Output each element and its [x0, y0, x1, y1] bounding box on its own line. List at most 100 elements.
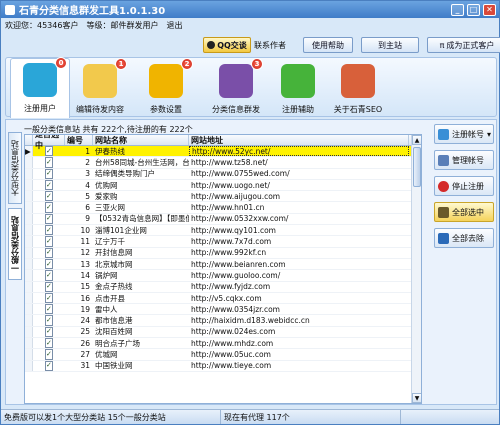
row-checkbox[interactable]: ✓ [45, 191, 53, 202]
table-row[interactable]: ✓ 26 明合点子广场 http://www.mhdz.com [25, 338, 421, 350]
edit-content-icon: 1 [83, 58, 127, 98]
header-site-name[interactable]: 网站名称 [93, 135, 189, 145]
table-row[interactable]: ✓ 19 雷中人 http://www.0354jzr.com [25, 304, 421, 316]
table-row[interactable]: ✓ 25 沈阳百姓网 http://www.024es.com [25, 326, 421, 339]
row-checkbox-cell[interactable]: ✓ [33, 270, 65, 281]
row-site-name: 雷中人 [95, 304, 118, 314]
about-icon [341, 64, 375, 98]
table-row[interactable]: ✓ 11 辽宁万千 http://www.7x7d.com [25, 236, 421, 248]
toolbar-item-3[interactable]: 3 分类信息群发 [206, 58, 266, 116]
row-checkbox[interactable]: ✓ [45, 304, 53, 315]
row-checkbox[interactable]: ✓ [45, 326, 53, 338]
toolbar-item-2[interactable]: 2 参数设置 [136, 58, 196, 116]
toolbar-item-5[interactable]: 关于石青SEO [328, 60, 388, 116]
table-row[interactable]: ✓ 31 中国铁业网 http://www.tieye.com [25, 360, 421, 372]
row-checkbox-cell[interactable]: ✓ [33, 326, 65, 338]
row-checkbox-cell[interactable]: ✓ [33, 338, 65, 349]
row-indicator [25, 157, 33, 168]
row-checkbox[interactable]: ✓ [45, 258, 53, 270]
row-checkbox-cell[interactable]: ✓ [33, 157, 65, 168]
row-checkbox-cell[interactable]: ✓ [33, 225, 65, 236]
row-site-url: http://haixidm.d183.webidcc.cn [191, 316, 310, 326]
row-checkbox-cell[interactable]: ✓ [33, 202, 65, 213]
row-checkbox-cell[interactable]: ✓ [33, 236, 65, 247]
row-checkbox[interactable]: ✓ [45, 315, 53, 326]
table-row[interactable]: ✓ 9 【0532青岛信息网】【即墨便民网】http://www.0532xxw.c… [25, 213, 421, 226]
scroll-thumb[interactable] [413, 147, 421, 187]
main-site-button[interactable]: 到主站 [361, 37, 419, 53]
table-row[interactable]: ✓ 6 三亚火网 http://www.hn01.cn [25, 202, 421, 214]
help-button[interactable]: 使用帮助 [303, 37, 353, 53]
logout-link[interactable]: 退出 [166, 20, 182, 32]
row-site-url: http://www.7x7d.com [191, 237, 272, 247]
row-checkbox[interactable]: ✓ [45, 247, 53, 258]
row-checkbox-cell[interactable]: ✓ [33, 179, 65, 191]
vertical-scrollbar[interactable]: ▲ ▼ [411, 135, 421, 403]
row-checkbox-cell[interactable]: ✓ [33, 292, 65, 304]
toolbar-item-1[interactable]: 1 编辑待发内容 [70, 58, 130, 116]
row-checkbox-cell[interactable]: ✓ [33, 146, 65, 157]
table-row[interactable]: ✓ 15 金点子热线 http://www.fyjdz.com [25, 281, 421, 293]
tab-general-sites[interactable]: 一般分类信息站 [8, 208, 22, 280]
row-checkbox[interactable]: ✓ [45, 213, 53, 225]
clear-all-button[interactable]: 全部去除 [434, 228, 494, 248]
scroll-up-icon[interactable]: ▲ [412, 135, 421, 145]
tab-large-sites[interactable]: 大型分类信息站 [8, 132, 22, 204]
row-checkbox-cell[interactable]: ✓ [33, 258, 65, 270]
toolbar-item-4[interactable]: 注册辅助 [268, 60, 328, 116]
row-checkbox[interactable]: ✓ [45, 236, 53, 247]
row-site-url: http://www.0755wed.com/ [191, 169, 290, 179]
table-row[interactable]: ✓ 12 开封信息网 http://www.992kf.cn [25, 247, 421, 259]
header-selected[interactable]: 是否选中 [33, 135, 65, 150]
row-checkbox[interactable]: ✓ [45, 168, 53, 179]
row-checkbox[interactable]: ✓ [45, 349, 53, 360]
row-checkbox-cell[interactable]: ✓ [33, 315, 65, 326]
row-checkbox[interactable]: ✓ [45, 157, 53, 168]
maximize-button[interactable]: □ [467, 3, 480, 16]
row-checkbox[interactable]: ✓ [45, 146, 53, 157]
toolbar-item-0[interactable]: 0 注册用户 [10, 57, 70, 118]
header-number[interactable]: 编号 [65, 135, 93, 145]
select-all-button[interactable]: 全部选中 [434, 202, 494, 222]
table-row[interactable]: ✓ 27 优城网 http://www.05uc.com [25, 349, 421, 361]
table-row[interactable]: ✓ 5 爱家购 http://www.aijugou.com [25, 191, 421, 203]
table-row[interactable]: ✓ 3 结缔偶类导购门户 http://www.0755wed.com/ [25, 168, 421, 180]
upgrade-button[interactable]: π 成为正式客户 [427, 37, 500, 53]
row-checkbox[interactable]: ✓ [45, 270, 53, 281]
row-checkbox[interactable]: ✓ [45, 202, 53, 213]
row-checkbox-cell[interactable]: ✓ [33, 360, 65, 371]
table-row[interactable]: ✓ 14 锅炉网 http://www.guoloo.com/ [25, 270, 421, 282]
register-account-button[interactable]: 注册帐号 ▾ [434, 124, 494, 144]
contact-author-link[interactable]: 联系作者 [251, 40, 301, 51]
table-row[interactable]: ▶ ✓ 1 伊春热线 http://www.52yc.net/ [25, 146, 421, 158]
close-button[interactable]: ✕ [483, 3, 496, 16]
minimize-button[interactable]: _ [451, 3, 464, 16]
row-checkbox-cell[interactable]: ✓ [33, 281, 65, 292]
row-checkbox-cell[interactable]: ✓ [33, 304, 65, 315]
row-site-name: 淄博101企业网 [95, 225, 147, 235]
row-checkbox[interactable]: ✓ [45, 292, 53, 304]
row-checkbox[interactable]: ✓ [45, 281, 53, 292]
table-row[interactable]: ✓ 13 北京城市网 http://www.beianren.com [25, 258, 421, 271]
table-row[interactable]: ✓ 16 点击开县 http://v5.cqkx.com [25, 292, 421, 305]
manage-account-button[interactable]: 管理帐号 [434, 150, 494, 170]
table-row[interactable]: ✓ 24 都市信息港 http://haixidm.d183.webidcc.cn [25, 315, 421, 327]
table-row[interactable]: ✓ 4 优购网 http://www.uogo.net/ [25, 179, 421, 192]
row-checkbox[interactable]: ✓ [45, 179, 53, 191]
row-number: 5 [85, 191, 90, 201]
table-row[interactable]: ✓ 10 淄博101企业网 http://www.qy101.com [25, 225, 421, 237]
row-checkbox[interactable]: ✓ [45, 225, 53, 236]
row-checkbox[interactable]: ✓ [45, 360, 53, 371]
stop-register-button[interactable]: 停止注册 [434, 176, 494, 196]
table-row[interactable]: ✓ 2 台州58同城-台州生活网，台州特色http://www.tz58.net/ [25, 157, 421, 169]
header-site-url[interactable]: 网站地址 [189, 135, 409, 145]
row-checkbox-cell[interactable]: ✓ [33, 213, 65, 225]
row-checkbox[interactable]: ✓ [45, 338, 53, 349]
row-checkbox-cell[interactable]: ✓ [33, 191, 65, 202]
row-checkbox-cell[interactable]: ✓ [33, 168, 65, 179]
row-checkbox-cell[interactable]: ✓ [33, 247, 65, 258]
scroll-down-icon[interactable]: ▼ [412, 393, 421, 403]
row-checkbox-cell[interactable]: ✓ [33, 349, 65, 360]
qq-chat-button[interactable]: QQ交谈 [203, 37, 251, 53]
row-indicator: ▶ [25, 146, 33, 157]
